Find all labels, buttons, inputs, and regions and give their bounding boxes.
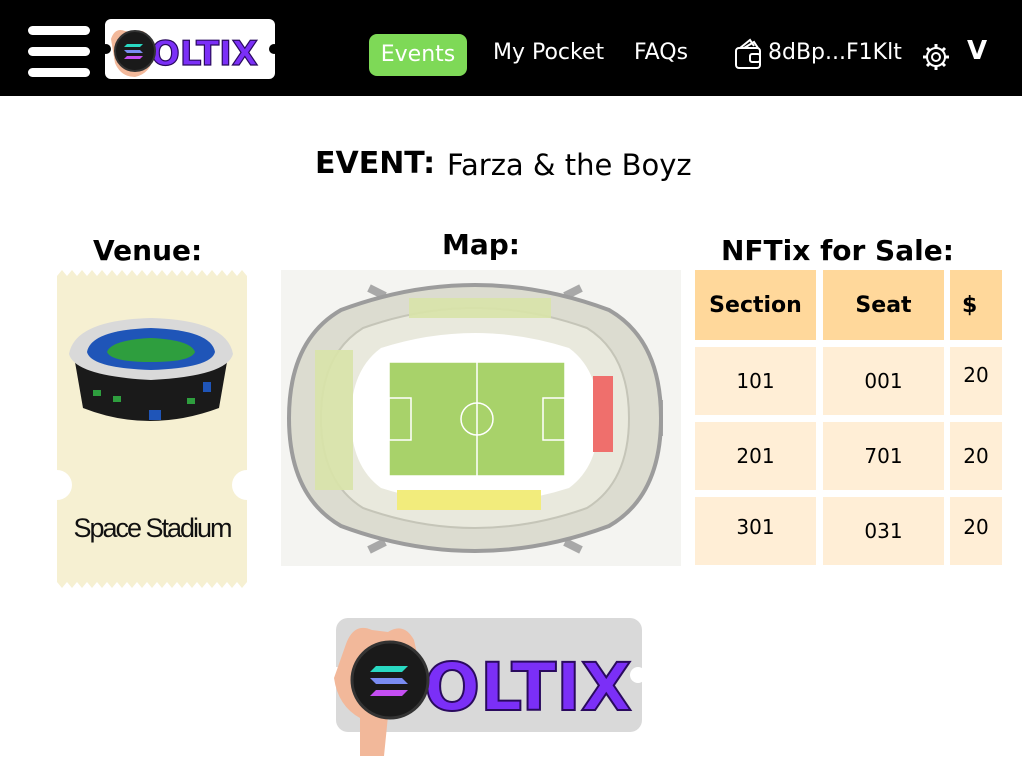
venue-heading: Venue: xyxy=(93,234,203,267)
table-row-3-section[interactable]: 301 xyxy=(695,497,816,565)
nav-events-button[interactable]: Events xyxy=(369,34,467,76)
hamburger-menu-icon[interactable] xyxy=(28,26,90,78)
section-west-highlight[interactable] xyxy=(315,350,353,490)
table-row-3-price[interactable]: 20 xyxy=(950,497,1002,565)
map-heading: Map: xyxy=(442,228,520,261)
column-header-price: $ xyxy=(950,270,1002,340)
stadium-seating-map[interactable] xyxy=(281,270,681,566)
column-header-section: Section xyxy=(695,270,816,340)
gear-icon[interactable] xyxy=(921,42,951,72)
soltix-footer-logo[interactable]: OLTIX xyxy=(332,618,644,760)
table-row-1-seat[interactable]: 001 xyxy=(823,347,944,415)
table-row-3-seat[interactable]: 031 xyxy=(823,497,944,565)
nav-faqs-link[interactable]: FAQs xyxy=(634,40,688,65)
event-label: EVENT: xyxy=(315,146,436,181)
soccer-pitch xyxy=(388,361,566,477)
footer-brand-text: OLTIX xyxy=(424,649,632,726)
stadium-icon xyxy=(69,318,233,421)
table-row-2-price[interactable]: 20 xyxy=(950,422,1002,490)
column-header-seat: Seat xyxy=(823,270,944,340)
nftix-heading: NFTix for Sale: xyxy=(721,234,954,267)
table-row-2-section[interactable]: 201 xyxy=(695,422,816,490)
page: OLTIX Events My Pocket FAQs 8dBp...F1Klt xyxy=(0,0,1024,768)
top-navbar: OLTIX Events My Pocket FAQs 8dBp...F1Klt xyxy=(0,0,1022,96)
section-north-highlight[interactable] xyxy=(409,298,551,318)
chevron-down-icon[interactable]: V xyxy=(967,36,987,66)
event-name: Farza & the Boyz xyxy=(447,148,692,182)
nav-my-pocket-link[interactable]: My Pocket xyxy=(493,40,604,65)
logo-brand-text: OLTIX xyxy=(151,34,258,74)
table-row-2-seat[interactable]: 701 xyxy=(823,422,944,490)
table-row-1-section[interactable]: 101 xyxy=(695,347,816,415)
soltix-logo[interactable]: OLTIX xyxy=(103,17,277,81)
venue-name: Space Stadium xyxy=(73,513,232,543)
wallet-address[interactable]: 8dBp...F1Klt xyxy=(768,40,902,65)
section-east-highlight[interactable] xyxy=(593,376,613,452)
wallet-icon xyxy=(735,38,761,69)
table-row-1-price[interactable]: 20 xyxy=(950,347,1002,415)
section-south-highlight[interactable] xyxy=(397,490,541,510)
